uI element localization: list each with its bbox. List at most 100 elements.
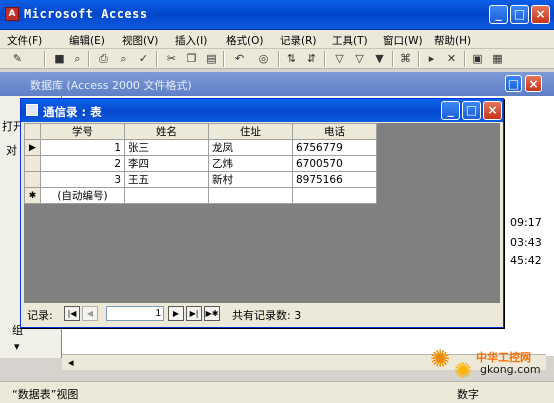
sort-ascending-icon[interactable]: ⇅ [284,51,299,66]
toolbar: ✎ ■ ⌕ ⎙ ⌕ ✓ ✂ ❐ ▤ ↶ ◎ ⇅ ⇵ ▽ ▽ ▼ ⌘ ▸ ✕ ▣ … [0,49,554,69]
records-label: 记录: [27,309,53,322]
app-title: Microsoft Access [24,7,148,21]
menu-insert[interactable]: 插入(I) [175,33,207,48]
cell-name[interactable] [124,187,209,204]
cell-name[interactable]: 王五 [124,171,209,188]
filter-by-selection-icon[interactable]: ▽ [332,51,347,66]
spelling-icon[interactable]: ✓ [136,51,151,66]
cell-phone[interactable] [292,187,377,204]
print-preview-icon[interactable]: ⌕ [116,51,131,66]
cell-address[interactable] [208,187,293,204]
apply-filter-icon[interactable]: ▼ [372,51,387,66]
find-icon[interactable]: ⌕ [70,51,85,66]
table-row[interactable]: 2 李四 乙炜 6700570 [24,155,377,172]
objects-label: 对 [6,144,17,157]
cell-id[interactable]: 3 [40,171,125,188]
print-icon[interactable]: ⎙ [96,51,111,66]
filter-by-form-icon[interactable]: ▽ [352,51,367,66]
watermark-site: gkong.com [480,363,541,376]
datasheet-titlebar: 通信录 : 表 _ □ × [21,99,503,122]
table-icon [26,104,38,116]
paste-icon[interactable]: ▤ [204,51,219,66]
table-row[interactable]: 3 王五 新村 8975166 [24,171,377,188]
next-record-button[interactable]: ▶ [168,306,184,321]
current-record-icon[interactable]: ▶ [24,139,41,156]
menu-help[interactable]: 帮助(H) [434,33,471,48]
db-close-button[interactable]: × [525,75,542,92]
delete-record-icon[interactable]: ✕ [444,51,459,66]
database-window-titlebar: 数据库 (Access 2000 文件格式) □ × [0,72,554,96]
view-icon[interactable]: ✎ [10,51,25,66]
modified-time: 03:43 [510,236,542,249]
minimize-button[interactable]: _ [489,5,508,24]
new-record-button[interactable]: ▶✱ [204,306,220,321]
access-logo-icon: A [5,7,19,21]
database-window-icon[interactable]: ▣ [470,51,485,66]
row-selector[interactable] [24,171,41,188]
column-header[interactable]: 电话 [292,123,377,140]
cell-address[interactable]: 新村 [208,171,293,188]
last-record-button[interactable]: ▶| [186,306,202,321]
row-selector[interactable] [24,155,41,172]
cell-address[interactable]: 龙凤 [208,139,293,156]
scroll-left-icon[interactable]: ◂ [68,356,74,369]
record-navigation-bar: 记录: |◀ ◀ ▶ ▶| ▶✱ 共有记录数: 3 [24,304,500,324]
current-record-input[interactable] [106,306,164,321]
cell-name[interactable]: 张三 [124,139,209,156]
undo-icon[interactable]: ↶ [232,51,247,66]
column-header[interactable]: 姓名 [124,123,209,140]
menu-view[interactable]: 视图(V) [122,33,158,48]
separator [223,51,225,67]
ds-close-button[interactable]: × [483,101,502,120]
new-record-icon[interactable]: ✱ [24,187,41,204]
first-record-button[interactable]: |◀ [64,306,80,321]
cell-name[interactable]: 李四 [124,155,209,172]
cell-id[interactable]: 1 [40,139,125,156]
ds-minimize-button[interactable]: _ [441,101,460,120]
modified-time: 45:42 [510,254,542,267]
status-num-indicator: 数字 [457,388,479,401]
cell-address[interactable]: 乙炜 [208,155,293,172]
insert-hyperlink-icon[interactable]: ◎ [256,51,271,66]
records-table: 学号 姓名 住址 电话 ▶ 1 张三 龙凤 6756779 2 李四 乙炜 67… [24,123,377,204]
menu-format[interactable]: 格式(O) [226,33,263,48]
cut-icon[interactable]: ✂ [164,51,179,66]
separator [156,51,158,67]
menu-file[interactable]: 文件(F) [7,33,42,48]
cell-id[interactable]: 2 [40,155,125,172]
record-count: 共有记录数: 3 [232,309,302,322]
previous-record-button[interactable]: ◀ [82,306,98,321]
menu-records[interactable]: 记录(R) [280,33,317,48]
column-header[interactable]: 学号 [40,123,125,140]
separator [88,51,90,67]
save-icon[interactable]: ■ [52,51,67,66]
separator [418,51,420,67]
cell-id-autonumber[interactable]: (自动编号) [40,187,125,204]
column-header[interactable]: 住址 [208,123,293,140]
db-maximize-button[interactable]: □ [505,75,522,92]
copy-icon[interactable]: ❐ [184,51,199,66]
status-bar: “数据表”视图 数字 [0,381,554,403]
close-button[interactable]: × [531,5,550,24]
new-record-row[interactable]: ✱ (自动编号) [24,187,377,204]
separator [464,51,466,67]
find-record-icon[interactable]: ⌘ [398,51,413,66]
chevron-down-icon[interactable]: ▾ [14,340,20,353]
new-record-icon[interactable]: ▸ [424,51,439,66]
select-all-cell[interactable] [24,123,41,140]
table-row[interactable]: ▶ 1 张三 龙凤 6756779 [24,139,377,156]
new-object-icon[interactable]: ▦ [490,51,505,66]
cell-phone[interactable]: 6756779 [292,139,377,156]
menu-window[interactable]: 窗口(W) [383,33,423,48]
sort-descending-icon[interactable]: ⇵ [304,51,319,66]
separator [324,51,326,67]
cell-phone[interactable]: 6700570 [292,155,377,172]
menu-tools[interactable]: 工具(T) [332,33,368,48]
menu-edit[interactable]: 编辑(E) [69,33,105,48]
cell-phone[interactable]: 8975166 [292,171,377,188]
separator [278,51,280,67]
maximize-button[interactable]: □ [510,5,529,24]
separator [392,51,394,67]
ds-maximize-button[interactable]: □ [462,101,481,120]
datasheet-window: 通信录 : 表 _ □ × 学号 姓名 住址 电话 ▶ 1 张三 龙凤 6756… [20,98,504,328]
